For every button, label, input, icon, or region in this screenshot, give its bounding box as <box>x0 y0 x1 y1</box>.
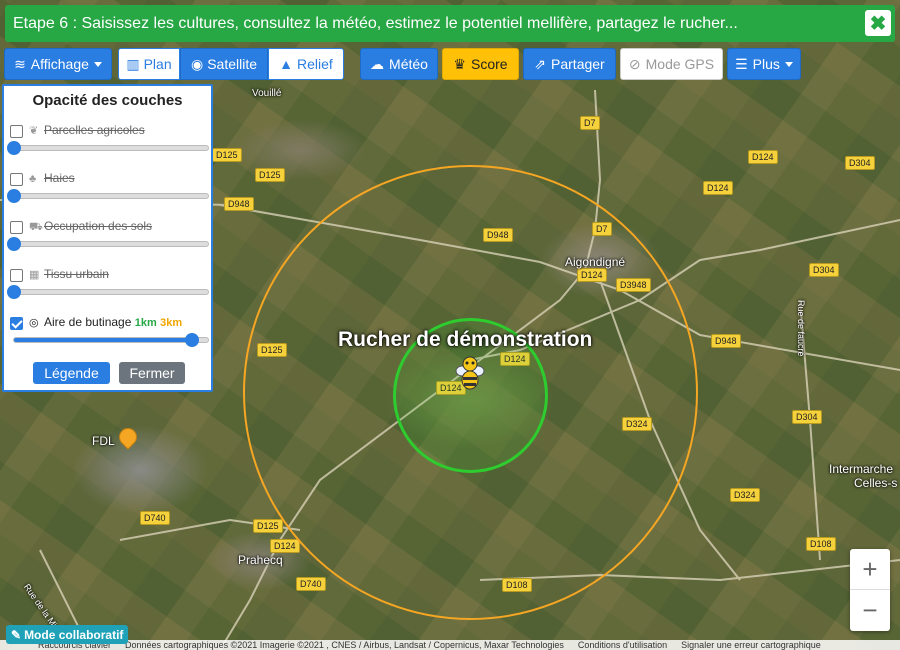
weather-button[interactable]: ☁ Météo <box>360 48 438 80</box>
satellite-button[interactable]: ◉ Satellite <box>180 48 268 80</box>
map-icon: ▥ <box>126 55 140 72</box>
relief-label: Relief <box>297 56 333 72</box>
basemap-switcher: ▥ Plan ◉ Satellite ▲ Relief <box>118 48 344 80</box>
road-label: D948 <box>711 334 741 348</box>
layer-checkbox[interactable] <box>10 221 23 234</box>
zoom-out-button[interactable]: − <box>850 590 890 631</box>
share-button[interactable]: ⇗ Partager <box>523 48 616 80</box>
share-icon: ⇗ <box>534 55 547 72</box>
road-label: D108 <box>806 537 836 551</box>
target-icon: ◎ <box>29 317 39 329</box>
cloud-rain-icon: ☁ <box>370 55 385 72</box>
banner-text: Etape 6 : Saisissez les cultures, consul… <box>13 14 738 32</box>
compass-icon: ⊘ <box>628 55 641 72</box>
map-data-credit: Données cartographiques ©2021 Imagerie ©… <box>125 640 564 650</box>
road-label: D124 <box>748 150 778 164</box>
satellite-label: Satellite <box>207 56 258 72</box>
road-label: D324 <box>730 488 760 502</box>
display-label: Affichage <box>30 56 89 72</box>
share-label: Partager <box>551 56 605 72</box>
edit-icon: ✎ <box>11 627 22 642</box>
opacity-slider[interactable] <box>7 237 209 251</box>
terms-link[interactable]: Conditions d'utilisation <box>578 640 667 650</box>
display-dropdown-button[interactable]: ≋ Affichage <box>4 48 112 80</box>
close-panel-button[interactable]: Fermer <box>119 362 185 384</box>
map-attribution: Raccourcis clavier Données cartographiqu… <box>0 640 900 650</box>
caret-down-icon <box>784 61 793 67</box>
layer-row: ⛟Occupation des sols <box>7 219 209 265</box>
road-label: D125 <box>212 148 242 162</box>
place-label: Intermarche <box>829 462 894 476</box>
leaf-icon: ❦ <box>29 125 39 137</box>
place-label: FDL <box>92 434 115 448</box>
place-label: Celles-s <box>854 476 898 490</box>
road-label: D7 <box>580 116 600 130</box>
apiary-label: Rucher de démonstration <box>338 328 593 351</box>
layer-row: ▦ Tissu urbain <box>7 267 209 313</box>
road-label: D304 <box>809 263 839 277</box>
road-label: D740 <box>140 511 170 525</box>
gps-mode-button[interactable]: ⊘ Mode GPS <box>620 48 723 80</box>
step-banner: Etape 6 : Saisissez les cultures, consul… <box>5 5 895 42</box>
opacity-slider[interactable] <box>7 285 209 299</box>
road-label: D125 <box>255 168 285 182</box>
plan-label: Plan <box>143 56 172 72</box>
layer-row: ❦ Parcelles agricoles <box>7 123 209 169</box>
layer-checkbox[interactable] <box>10 317 23 330</box>
crown-icon: ♛ <box>453 55 466 72</box>
plan-button[interactable]: ▥ Plan <box>118 48 180 80</box>
layer-label: ❦ Parcelles agricoles <box>29 123 145 137</box>
road-label: D948 <box>224 197 254 211</box>
road-label: D125 <box>253 519 283 533</box>
road-label: D740 <box>296 577 326 591</box>
layer-checkbox[interactable] <box>10 173 23 186</box>
tree-icon: ♣ <box>29 173 37 185</box>
gps-label: Mode GPS <box>645 56 715 72</box>
more-dropdown-button[interactable]: ☰ Plus <box>727 48 801 80</box>
place-label: Vouillé <box>252 88 282 99</box>
opacity-slider[interactable] <box>7 189 209 203</box>
road-label: D304 <box>792 410 822 424</box>
radius-3km-label: 3km <box>160 317 183 329</box>
place-label: Prahecq <box>238 553 283 567</box>
score-button[interactable]: ♛ Score <box>442 48 519 80</box>
collaborative-mode-button[interactable]: ✎ Mode collaboratif <box>6 625 129 644</box>
menu-icon: ☰ <box>735 55 748 72</box>
zoom-in-button[interactable]: + <box>850 549 890 590</box>
layers-icon: ≋ <box>14 55 26 72</box>
collaborative-label: Mode collaboratif <box>24 627 124 642</box>
radius-1km-label: 1km <box>134 317 157 329</box>
industry-icon: ▦ <box>29 269 40 281</box>
opacity-slider[interactable] <box>7 141 209 155</box>
report-error-link[interactable]: Signaler une erreur cartographique <box>681 640 821 650</box>
score-label: Score <box>470 56 508 72</box>
layer-row: ♣ Haies <box>7 171 209 217</box>
road-label: D124 <box>270 539 300 553</box>
legend-button[interactable]: Légende <box>33 362 110 384</box>
place-label: Rue de faucré <box>796 300 806 357</box>
layer-row: ◎ Aire de butinage 1km 3km <box>9 315 209 361</box>
layer-checkbox[interactable] <box>10 125 23 138</box>
panel-title: Opacité des couches <box>32 92 183 109</box>
layer-checkbox[interactable] <box>10 269 23 282</box>
layer-label: ⛟Occupation des sols <box>29 219 153 233</box>
caret-down-icon <box>93 61 102 67</box>
layer-label: ▦ Tissu urbain <box>29 267 109 281</box>
globe-icon: ◉ <box>190 55 204 72</box>
layer-label: ♣ Haies <box>29 171 75 185</box>
close-icon[interactable]: ✖ <box>865 10 891 36</box>
weather-label: Météo <box>389 56 428 72</box>
mountain-icon: ▲ <box>279 56 294 72</box>
road-label: D304 <box>845 156 875 170</box>
layer-label: ◎ Aire de butinage 1km 3km <box>29 315 183 329</box>
relief-button[interactable]: ▲ Relief <box>268 48 344 80</box>
bee-marker-icon[interactable] <box>454 355 486 391</box>
layer-opacity-panel: Opacité des couches ❦ Parcelles agricoles… <box>2 84 213 392</box>
zoom-control: + − <box>850 549 890 631</box>
road-label: D124 <box>703 181 733 195</box>
more-label: Plus <box>752 56 780 72</box>
opacity-slider[interactable] <box>13 333 209 347</box>
tractor-icon: ⛟ <box>29 221 43 233</box>
